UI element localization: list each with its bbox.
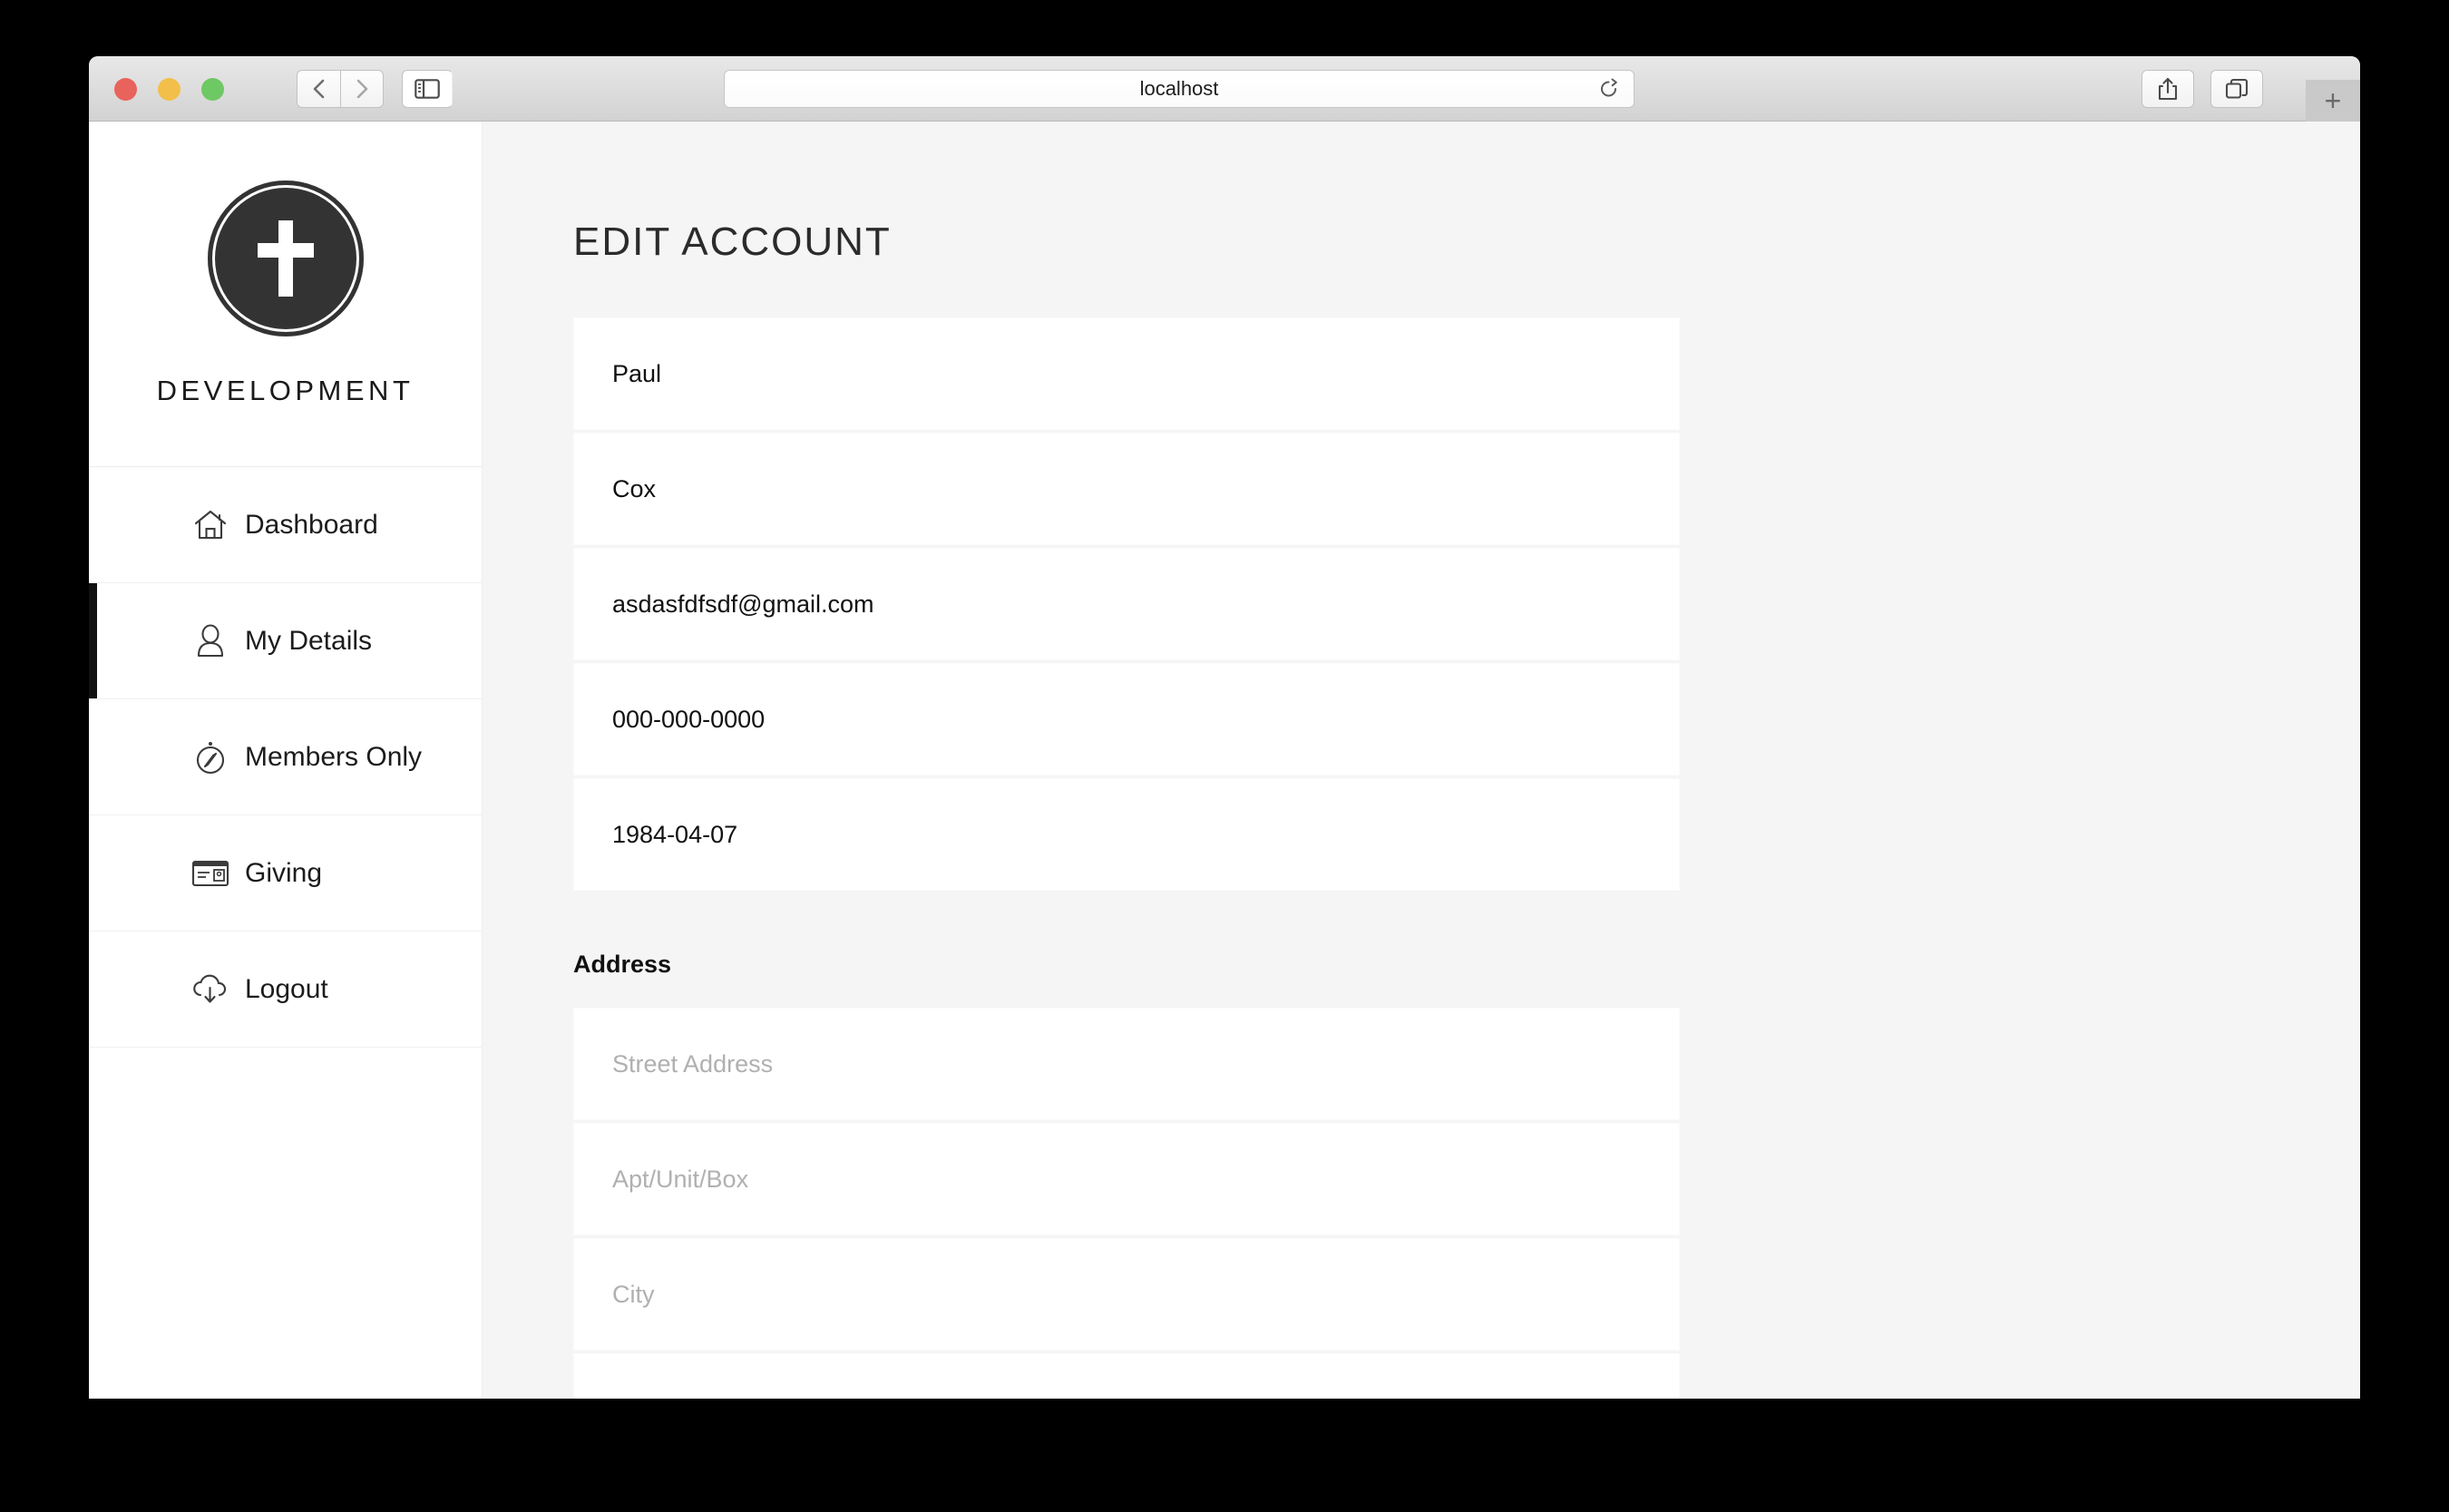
page-content: DEVELOPMENT Dashboard My Details Members… — [89, 122, 2360, 1399]
apt-unit-box-field[interactable]: Apt/Unit/Box — [573, 1123, 1680, 1235]
profile-fields: Paul Cox asdasfdfsdf@gmail.com 000-000-0… — [573, 317, 1680, 891]
maximize-button[interactable] — [201, 78, 224, 101]
active-indicator — [89, 583, 97, 698]
back-button[interactable] — [297, 70, 340, 108]
sidebar-item-my-details[interactable]: My Details — [89, 583, 482, 699]
show-sidebar-button[interactable] — [402, 70, 453, 108]
forward-button[interactable] — [340, 70, 384, 108]
email-value: asdasfdfsdf@gmail.com — [612, 590, 874, 618]
tab-overview-button[interactable] — [2210, 70, 2263, 108]
browser-toolbar: localhost + — [89, 56, 2360, 122]
active-indicator — [89, 932, 97, 1047]
minimize-button[interactable] — [158, 78, 181, 101]
active-indicator — [89, 467, 97, 582]
credit-card-icon — [190, 854, 230, 893]
sidebar-item-logout[interactable]: Logout — [89, 932, 482, 1048]
share-button[interactable] — [2142, 70, 2194, 108]
sidebar-item-label: Members Only — [245, 741, 423, 772]
address-fields: Street Address Apt/Unit/Box City — [573, 1008, 1680, 1399]
home-icon — [190, 505, 230, 545]
active-indicator — [89, 699, 97, 815]
sidebar-icon — [415, 79, 440, 99]
sidebar: DEVELOPMENT Dashboard My Details Members… — [89, 122, 483, 1399]
share-icon — [2158, 77, 2178, 101]
first-name-field[interactable]: Paul — [573, 317, 1680, 430]
state-field[interactable] — [573, 1353, 1680, 1399]
city-field[interactable]: City — [573, 1238, 1680, 1351]
last-name-value: Cox — [612, 474, 657, 502]
sidebar-item-members-only[interactable]: Members Only — [89, 699, 482, 815]
url-text: localhost — [1139, 77, 1219, 100]
address-section-title: Address — [573, 951, 672, 978]
phone-value: 000-000-0000 — [612, 705, 766, 733]
compass-icon — [190, 737, 230, 777]
sidebar-item-label: Giving — [245, 857, 323, 888]
close-button[interactable] — [114, 78, 137, 101]
brand-name: DEVELOPMENT — [156, 375, 415, 406]
page-title: EDIT ACCOUNT — [573, 219, 892, 264]
email-field[interactable]: asdasfdfsdf@gmail.com — [573, 548, 1680, 660]
window-controls — [114, 78, 224, 101]
browser-window: localhost + DEVELOPMENT Dashboard My Det… — [89, 56, 2360, 1399]
chevron-left-icon — [313, 79, 324, 99]
sidebar-item-giving[interactable]: Giving — [89, 815, 482, 932]
street-address-placeholder: Street Address — [612, 1049, 774, 1078]
main-content: EDIT ACCOUNT Paul Cox asdasfdfsdf@gmail.… — [483, 122, 2360, 1399]
sidebar-item-label: Logout — [245, 973, 328, 1004]
reload-icon[interactable] — [1599, 78, 1619, 100]
sidebar-nav: Dashboard My Details Members Only Giving… — [89, 467, 482, 1048]
apt-unit-box-placeholder: Apt/Unit/Box — [612, 1165, 749, 1193]
cross-in-circle-icon — [207, 180, 364, 337]
sidebar-item-label: Dashboard — [245, 509, 378, 540]
date-of-birth-value: 1984-04-07 — [612, 820, 738, 848]
active-indicator — [89, 815, 97, 931]
address-bar[interactable]: localhost — [724, 70, 1634, 108]
person-icon — [190, 621, 230, 661]
chevron-right-icon — [356, 79, 368, 99]
cloud-download-icon — [190, 970, 230, 1010]
date-of-birth-field[interactable]: 1984-04-07 — [573, 778, 1680, 891]
last-name-field[interactable]: Cox — [573, 433, 1680, 545]
phone-field[interactable]: 000-000-0000 — [573, 663, 1680, 776]
city-placeholder: City — [612, 1280, 655, 1308]
first-name-value: Paul — [612, 359, 662, 387]
street-address-field[interactable]: Street Address — [573, 1008, 1680, 1120]
tab-overview-icon — [2225, 78, 2249, 99]
sidebar-item-label: My Details — [245, 625, 373, 656]
sidebar-brand: DEVELOPMENT — [89, 122, 482, 467]
desktop-background: localhost + DEVELOPMENT Dashboard My Det… — [0, 0, 2449, 1512]
sidebar-item-dashboard[interactable]: Dashboard — [89, 467, 482, 583]
new-tab-button[interactable]: + — [2306, 80, 2360, 122]
